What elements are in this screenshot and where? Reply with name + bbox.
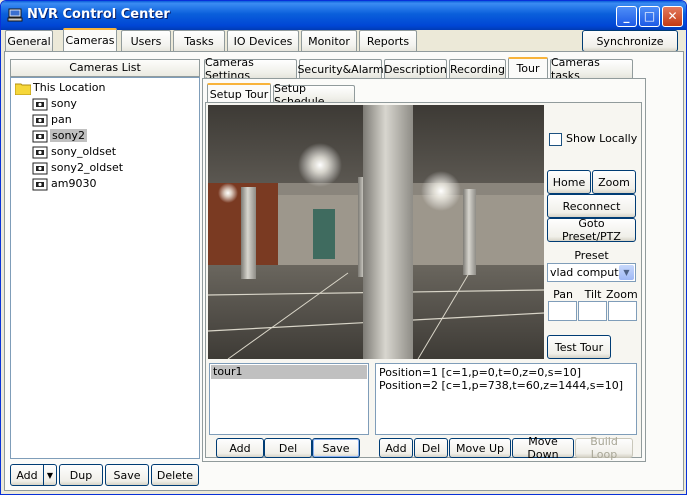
tilt-input[interactable] [578,301,607,321]
delete-camera-button[interactable]: Delete [151,464,199,486]
zoom-input[interactable] [608,301,637,321]
show-locally-label: Show Locally [566,132,638,145]
tab-tour[interactable]: Tour [508,57,548,78]
save-camera-button[interactable]: Save [105,464,149,486]
preset-label: Preset [574,249,609,262]
zoom-button[interactable]: Zoom [592,170,636,194]
tree-item-label: sony2 [50,129,87,142]
camera-video-preview[interactable] [208,105,544,359]
main-window: NVR Control Center _ □ ✕ General Cameras… [0,0,687,495]
tab-cameras[interactable]: Cameras [63,28,117,51]
pan-label: Pan [553,288,573,301]
move-down-button[interactable]: Move Down [512,435,574,461]
pan-input[interactable] [548,301,577,321]
camera-icon [32,114,48,127]
tree-item-label: sony2_oldset [51,161,124,174]
tour-list-item-selected[interactable]: tour1 [211,365,367,379]
camera-icon [32,178,48,191]
close-button[interactable]: ✕ [662,6,683,27]
synchronize-button[interactable]: Synchronize [582,30,678,52]
tab-reports[interactable]: Reports [359,30,417,51]
tree-item-label: pan [51,113,72,126]
add-position-button[interactable]: Add [379,438,413,458]
tab-cameras-settings[interactable]: Cameras Settings [204,56,297,82]
tab-monitor[interactable]: Monitor [301,30,357,51]
move-up-button[interactable]: Move Up [449,438,511,458]
reconnect-button[interactable]: Reconnect [547,194,636,218]
tab-setup-tour[interactable]: Setup Tour [207,83,271,103]
camera-icon [32,162,48,175]
tab-recording[interactable]: Recording [449,59,506,78]
save-tour-button[interactable]: Save [312,438,360,458]
tree-item-camera-selected[interactable]: sony2 [11,128,191,144]
tours-list[interactable]: tour1 [209,363,369,435]
position-list-item[interactable]: Position=1 [c=1,p=0,t=0,z=0,s=10] [379,366,581,379]
goto-preset-button[interactable]: Goto Preset/PTZ [547,217,636,243]
tree-item-camera[interactable]: sony_oldset [11,144,191,160]
tree-item-this-location[interactable]: This Location [11,80,191,96]
del-tour-button[interactable]: Del [264,438,312,458]
add-tour-button[interactable]: Add [216,438,264,458]
dup-camera-button[interactable]: Dup [59,464,103,486]
maximize-button[interactable]: □ [639,6,660,27]
tab-description[interactable]: Description [384,59,447,78]
tab-tasks[interactable]: Tasks [173,30,225,51]
camera-icon [32,130,48,143]
tree-item-label: sony_oldset [51,145,117,158]
cameras-tree[interactable]: This Location sony pan sony2 sony_oldset… [10,77,200,459]
tab-general[interactable]: General [5,30,53,51]
cameras-list-header: Cameras List [10,59,200,77]
del-position-button[interactable]: Del [414,438,448,458]
tab-cameras-tasks[interactable]: Cameras tasks [550,56,633,82]
tree-item-camera[interactable]: sony [11,96,191,112]
folder-icon [15,83,31,95]
test-tour-button[interactable]: Test Tour [547,335,611,359]
minimize-button[interactable]: _ [616,6,637,27]
tab-io-devices[interactable]: IO Devices [227,30,299,51]
tab-users[interactable]: Users [121,30,171,51]
show-locally-checkbox[interactable] [549,133,562,146]
home-button[interactable]: Home [547,170,591,194]
tree-item-camera[interactable]: pan [11,112,191,128]
computer-icon [7,8,23,22]
build-loop-button: Build Loop [575,435,633,461]
tree-item-camera[interactable]: am9030 [11,176,191,192]
tree-item-label: This Location [33,81,106,94]
camera-icon [32,98,48,111]
tab-security-alarm[interactable]: Security&Alarm [297,59,384,78]
window-title: NVR Control Center [27,7,170,22]
tab-setup-schedule[interactable]: Setup Schedule [273,82,355,108]
title-bar[interactable]: NVR Control Center _ □ ✕ [1,1,686,30]
preset-select[interactable]: vlad computer ▼ [547,263,636,282]
tree-item-label: am9030 [51,177,97,190]
zoom-label: Zoom [606,288,638,301]
tree-item-camera[interactable]: sony2_oldset [11,160,191,176]
add-dropdown-arrow[interactable]: ▼ [43,464,57,486]
add-camera-button[interactable]: Add [10,464,44,486]
parking-garage-image [208,105,544,359]
tree-item-label: sony [51,97,77,110]
tilt-label: Tilt [584,288,602,301]
positions-list[interactable]: Position=1 [c=1,p=0,t=0,z=0,s=10] Positi… [375,363,637,435]
camera-icon [32,146,48,159]
position-list-item[interactable]: Position=2 [c=1,p=738,t=60,z=1444,s=10] [379,379,623,392]
preset-select-value: vlad computer [550,266,630,279]
chevron-down-icon[interactable]: ▼ [619,265,634,280]
